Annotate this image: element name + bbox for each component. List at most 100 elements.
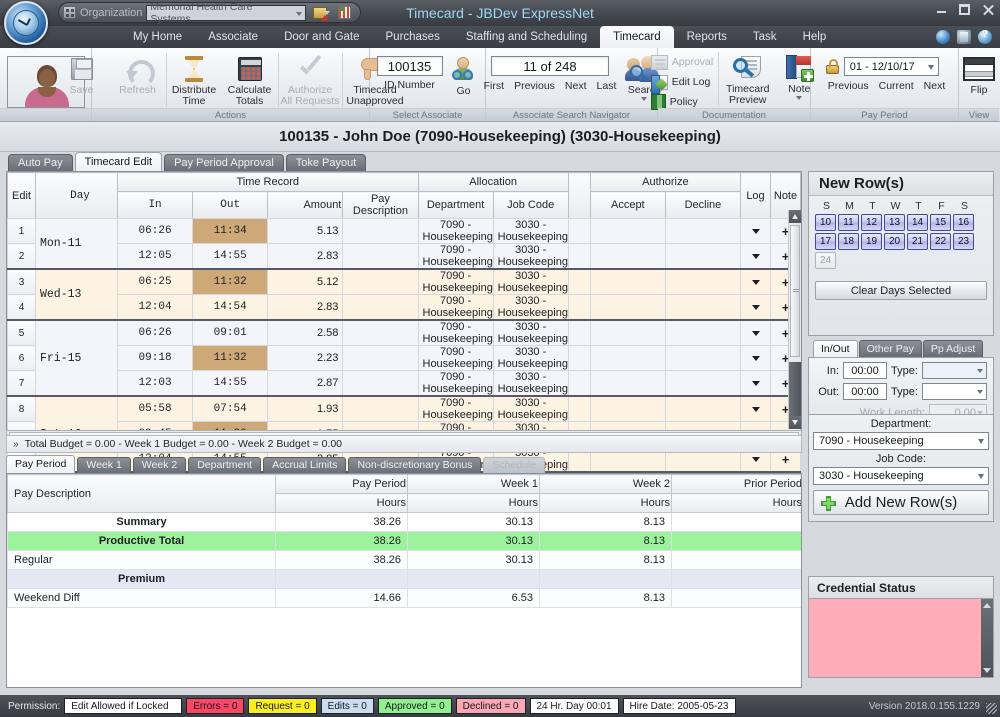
cell-edit[interactable]: 5 — [7, 319, 36, 346]
chevron-down-icon[interactable] — [641, 97, 648, 101]
cell-out[interactable]: 11:34 — [192, 218, 269, 244]
cell-decline[interactable] — [664, 243, 742, 270]
caret-down-icon[interactable] — [751, 280, 760, 285]
cell-in[interactable]: 09:18 — [116, 345, 194, 371]
cell-job-code[interactable]: 3030 - Housekeeping — [492, 218, 569, 244]
cell-job-code[interactable]: 3030 - Housekeeping — [492, 294, 569, 321]
cell-department[interactable]: 7090 - Housekeeping — [417, 370, 494, 397]
declined-badge[interactable]: Declined = 0 — [455, 698, 526, 714]
cell-pay-description[interactable] — [342, 294, 419, 321]
tab-other-pay[interactable]: Other Pay — [858, 340, 922, 357]
cell-department[interactable]: 7090 - Housekeeping — [417, 243, 494, 270]
cell-department[interactable]: 7090 - Housekeeping — [417, 395, 494, 422]
approval-button[interactable]: Approval — [648, 53, 716, 71]
cell-ot[interactable] — [567, 319, 591, 346]
grid-vertical-scrollbar[interactable] — [788, 210, 801, 429]
scroll-thumb[interactable] — [790, 225, 800, 357]
errors-badge[interactable]: Errors = 0 — [186, 698, 245, 714]
id-number-input[interactable]: 100135 — [376, 56, 443, 76]
day-picker-day[interactable]: 22 — [930, 233, 951, 250]
edits-badge[interactable]: Edits = 0 — [320, 698, 374, 714]
cell-edit[interactable]: 1 — [7, 218, 36, 244]
cell-job-code[interactable]: 3030 - Housekeeping — [492, 395, 569, 422]
cell-decline[interactable] — [664, 268, 742, 295]
cell-out[interactable]: 14:55 — [192, 243, 269, 270]
add-new-rows-button[interactable]: Add New Row(s) — [813, 490, 989, 515]
day-picker-day[interactable]: 10 — [815, 214, 836, 231]
cell-log[interactable] — [740, 395, 771, 422]
cell-decline[interactable] — [664, 395, 742, 422]
credential-scrollbar[interactable] — [981, 599, 993, 677]
job-code-combo[interactable]: 3030 - Housekeeping — [813, 467, 989, 485]
cell-out[interactable]: 09:01 — [192, 319, 269, 346]
chevron-down-icon[interactable] — [796, 96, 803, 100]
caret-down-icon[interactable] — [751, 407, 760, 412]
cell-department[interactable]: 7090 - Housekeeping — [417, 218, 494, 244]
cell-out[interactable]: 14:54 — [192, 294, 269, 321]
cell-out[interactable]: 11:32 — [192, 345, 269, 371]
day-picker-day[interactable]: 16 — [953, 214, 974, 231]
cell-pay-description[interactable] — [342, 395, 419, 422]
day-picker-day[interactable]: 13 — [884, 214, 905, 231]
scroll-down-icon[interactable] — [789, 416, 801, 429]
day-picker-day[interactable]: 19 — [861, 233, 882, 250]
cell-log[interactable] — [740, 294, 771, 321]
cell-ot[interactable] — [567, 395, 591, 422]
cell-job-code[interactable]: 3030 - Housekeeping — [492, 268, 569, 295]
caret-down-icon[interactable] — [751, 305, 760, 310]
menu-tab-associate[interactable]: Associate — [195, 26, 271, 48]
menu-tab-timecard[interactable]: Timecard — [600, 26, 674, 48]
cell-job-code[interactable]: 3030 - Housekeeping — [492, 370, 569, 397]
cell-ot[interactable] — [567, 268, 591, 295]
cell-in[interactable]: 12:04 — [116, 294, 194, 321]
cell-job-code[interactable]: 3030 - Housekeeping — [492, 243, 569, 270]
cell-in[interactable]: 12:03 — [116, 370, 194, 397]
in-time-input[interactable]: 00:00 — [843, 362, 887, 379]
cell-pay-description[interactable] — [342, 218, 419, 244]
caret-down-icon[interactable] — [751, 331, 760, 336]
cell-pay-description[interactable] — [342, 243, 419, 270]
cell-in[interactable]: 06:26 — [116, 218, 194, 244]
scroll-up-icon[interactable] — [983, 603, 991, 608]
day-picker-day[interactable]: 11 — [838, 214, 859, 231]
cell-decline[interactable] — [664, 370, 742, 397]
caret-down-icon[interactable] — [751, 254, 760, 259]
menu-tab-reports[interactable]: Reports — [674, 26, 740, 48]
summary-tab-pay-period[interactable]: Pay Period — [6, 455, 76, 473]
cell-edit[interactable]: 3 — [7, 268, 36, 295]
day-picker-day[interactable]: 14 — [907, 214, 928, 231]
table-row[interactable]: 7 12:03 14:55 2.87 7090 - Housekeeping 3030 -… — [7, 370, 801, 397]
cell-out[interactable]: 11:32 — [192, 268, 269, 295]
cell-ot[interactable] — [567, 370, 591, 397]
cell-accept[interactable] — [589, 319, 666, 346]
menu-tab-staffing-and-scheduling[interactable]: Staffing and Scheduling — [453, 26, 600, 48]
out-time-input[interactable]: 00:00 — [843, 383, 887, 400]
save-button[interactable]: Save — [54, 53, 110, 96]
cell-edit[interactable]: 6 — [7, 345, 36, 371]
cell-log[interactable] — [740, 243, 771, 270]
table-row[interactable]: 4 12:04 14:54 2.83 7090 - Housekeeping 3030 -… — [7, 294, 801, 321]
cell-in[interactable]: 05:58 — [116, 395, 194, 422]
distribute-time-button[interactable]: Distribute Time — [165, 53, 222, 107]
cell-decline[interactable] — [664, 218, 742, 244]
summary-tab-week-1[interactable]: Week 1 — [77, 457, 131, 473]
cell-log[interactable] — [740, 345, 771, 371]
menu-tab-purchases[interactable]: Purchases — [373, 26, 453, 48]
budget-summary-bar[interactable]: » Total Budget = 0.00 - Week 1 Budget = … — [6, 435, 802, 453]
cell-decline[interactable] — [664, 345, 742, 371]
minimize-icon[interactable] — [936, 4, 947, 15]
day-picker-day[interactable]: 24 — [815, 252, 836, 269]
approved-badge[interactable]: Approved = 0 — [377, 698, 452, 714]
org-filter-button[interactable] — [310, 4, 331, 21]
cell-department[interactable]: 7090 - Housekeeping — [417, 319, 494, 346]
menu-tab-my-home[interactable]: My Home — [120, 26, 195, 48]
chevron-expand-icon[interactable]: » — [13, 439, 19, 450]
pay-period-current-button[interactable]: Current — [874, 80, 919, 92]
cell-pay-description[interactable] — [342, 268, 419, 295]
cell-edit[interactable]: 8 — [7, 395, 36, 422]
day-picker-day[interactable]: 20 — [884, 233, 905, 250]
timecard-preview-button[interactable]: Timecard Preview — [718, 52, 776, 106]
cell-decline[interactable] — [664, 319, 742, 346]
cell-department[interactable]: 7090 - Housekeeping — [417, 345, 494, 371]
caret-down-icon[interactable] — [751, 229, 760, 234]
